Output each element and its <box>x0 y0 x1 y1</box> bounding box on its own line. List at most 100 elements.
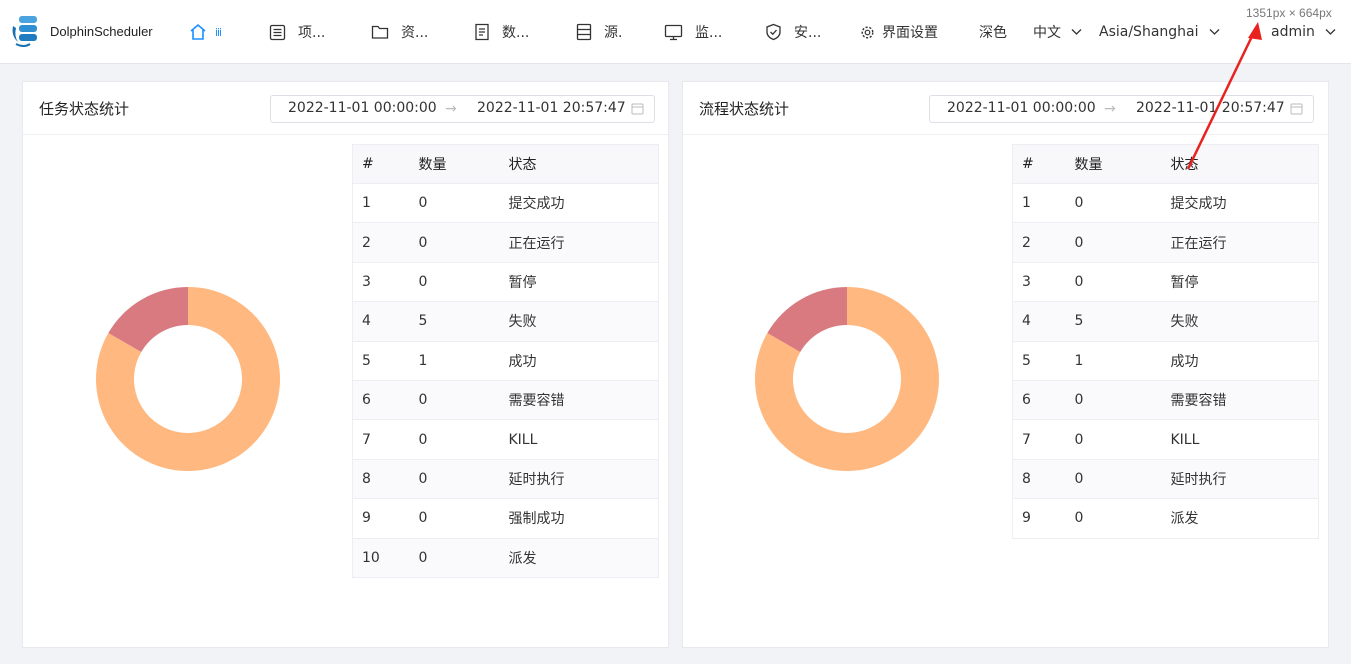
nav-monitor[interactable]: 监... <box>664 20 722 44</box>
cell-count: 0 <box>418 459 509 500</box>
table-row: 9 0 强制成功 <box>352 498 659 539</box>
cell-status: 失败 <box>508 301 659 342</box>
table-row: 7 0 KILL <box>1012 419 1319 460</box>
calendar-icon[interactable] <box>1290 102 1303 115</box>
cell-count: 1 <box>418 341 509 381</box>
nav-security[interactable]: 安... <box>765 20 821 44</box>
ui-settings-button[interactable]: 界面设置 <box>860 20 938 44</box>
table-header-row: # 数量 状态 <box>1012 144 1319 184</box>
cell-count: 0 <box>418 498 509 539</box>
cell-index: 6 <box>1012 380 1075 421</box>
table-row: 2 0 正在运行 <box>352 222 659 263</box>
process-status-donut-chart[interactable] <box>754 286 940 472</box>
shield-icon <box>766 23 781 41</box>
table-row: 5 1 成功 <box>1012 341 1319 381</box>
cell-status: 强制成功 <box>508 498 659 539</box>
range-start[interactable]: 2022-11-01 00:00:00 <box>288 100 437 116</box>
nav-home[interactable]: ⅲ <box>189 20 222 44</box>
cell-count: 0 <box>418 419 509 460</box>
cell-status: 正在运行 <box>508 222 659 263</box>
cell-index: 3 <box>352 262 419 303</box>
task-table-body: 1 0 提交成功 2 0 正在运行 3 0 暂停 4 5 失败 5 1 成功 6 0 需要容错 7 0 KILL 8 0 延时… <box>352 183 659 578</box>
cell-index: 3 <box>1012 262 1075 303</box>
theme-label: 深色 <box>979 25 1007 41</box>
table-row: 8 0 延时执行 <box>352 459 659 500</box>
database-icon <box>576 23 592 41</box>
nav-monitor-label: 监... <box>695 25 723 41</box>
task-date-range-picker[interactable]: 2022-11-01 00:00:00 → 2022-11-01 20:57:4… <box>270 95 655 123</box>
table-row: 2 0 正在运行 <box>1012 222 1319 263</box>
app-logo[interactable]: DolphinScheduler <box>10 14 153 48</box>
cell-index: 9 <box>352 498 419 539</box>
app-name: DolphinScheduler <box>50 23 153 39</box>
nav-datasource[interactable]: 数... <box>474 20 529 44</box>
cell-index: 1 <box>352 183 419 224</box>
table-row: 6 0 需要容错 <box>352 380 659 421</box>
cell-status: 提交成功 <box>508 183 659 224</box>
col-count: 数量 <box>418 144 509 184</box>
annotation-arrow-icon <box>1186 22 1262 170</box>
cell-index: 9 <box>1012 498 1075 539</box>
theme-toggle[interactable]: 深色 <box>979 20 1007 44</box>
cell-index: 7 <box>1012 419 1075 460</box>
cell-status: KILL <box>1170 419 1319 460</box>
arrow-right-icon: → <box>445 101 457 117</box>
nav-resource-label: 资... <box>401 25 429 41</box>
table-row: 8 0 延时执行 <box>1012 459 1319 500</box>
process-table-body: 1 0 提交成功 2 0 正在运行 3 0 暂停 4 5 失败 5 1 成功 6 0 需要容错 7 0 KILL 8 0 延时… <box>1012 183 1319 539</box>
cell-status: KILL <box>508 419 659 460</box>
ui-settings-label: 界面设置 <box>882 25 938 41</box>
nav-home-marker: ⅲ <box>215 25 223 39</box>
cell-count: 5 <box>1074 301 1171 342</box>
cell-status: 派发 <box>508 538 659 578</box>
home-icon <box>190 23 206 40</box>
cell-count: 0 <box>1074 380 1171 421</box>
cell-index: 2 <box>352 222 419 263</box>
task-status-table: # 数量 状态 1 0 提交成功 2 0 正在运行 3 0 暂停 4 5 失败 5 1 成功 6 0 需要容错 7 0… <box>352 144 659 578</box>
cell-count: 5 <box>418 301 509 342</box>
cell-count: 0 <box>418 262 509 303</box>
user-menu[interactable]: admin <box>1271 20 1348 44</box>
cell-status: 成功 <box>1170 341 1319 381</box>
nav-project[interactable]: 项... <box>269 20 325 44</box>
cell-index: 8 <box>352 459 419 500</box>
gear-icon <box>861 25 874 39</box>
cell-index: 10 <box>352 538 419 578</box>
task-card-header: 任务状态统计 2022-11-01 00:00:00 → 2022-11-01 … <box>23 82 668 135</box>
cell-status: 暂停 <box>1170 262 1319 303</box>
cell-count: 1 <box>1074 341 1171 381</box>
nav-source-label: 源. <box>604 25 623 41</box>
cell-count: 0 <box>1074 222 1171 263</box>
cell-status: 需要容错 <box>508 380 659 421</box>
cell-count: 0 <box>1074 262 1171 303</box>
nav-source[interactable]: 源. <box>576 20 622 44</box>
cell-status: 提交成功 <box>1170 183 1319 224</box>
top-header: DolphinScheduler ⅲ 项... 资... 数... 源. 监..… <box>0 0 1351 64</box>
list-icon <box>269 24 286 40</box>
table-row: 9 0 派发 <box>1012 498 1319 539</box>
calendar-icon[interactable] <box>631 102 644 115</box>
language-select[interactable]: 中文 <box>1033 20 1094 44</box>
cell-status: 延时执行 <box>508 459 659 500</box>
table-row: 1 0 提交成功 <box>1012 183 1319 224</box>
range-start[interactable]: 2022-11-01 00:00:00 <box>947 100 1096 116</box>
dolphin-logo-icon <box>12 16 37 47</box>
cell-status: 暂停 <box>508 262 659 303</box>
table-row: 1 0 提交成功 <box>352 183 659 224</box>
process-status-table: # 数量 状态 1 0 提交成功 2 0 正在运行 3 0 暂停 4 5 失败 5 1 成功 6 0 需要容错 7 0… <box>1012 144 1319 539</box>
arrow-right-icon: → <box>1104 101 1116 117</box>
range-end[interactable]: 2022-11-01 20:57:47 <box>477 100 626 116</box>
col-index: # <box>352 144 419 184</box>
col-count: 数量 <box>1074 144 1171 184</box>
table-row: 3 0 暂停 <box>1012 262 1319 303</box>
cell-status: 正在运行 <box>1170 222 1319 263</box>
user-name: admin <box>1271 24 1315 40</box>
nav-datasource-label: 数... <box>502 25 530 41</box>
table-header-row: # 数量 状态 <box>352 144 659 184</box>
task-status-donut-chart[interactable] <box>95 286 281 472</box>
table-row: 10 0 派发 <box>352 538 659 578</box>
nav-resource[interactable]: 资... <box>371 20 428 44</box>
cell-count: 0 <box>1074 419 1171 460</box>
col-index: # <box>1012 144 1075 184</box>
cell-index: 8 <box>1012 459 1075 500</box>
